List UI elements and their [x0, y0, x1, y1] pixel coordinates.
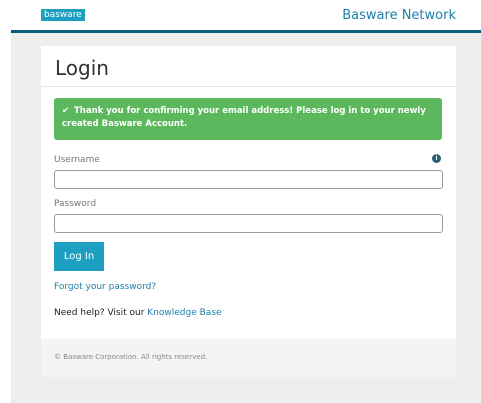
- help-prefix: Need help? Visit our: [54, 308, 145, 318]
- password-input[interactable]: [54, 214, 443, 233]
- username-input[interactable]: [54, 170, 443, 189]
- top-bar: basware Basware Network: [0, 0, 481, 30]
- username-label: Username: [54, 155, 100, 165]
- login-card: Login ✔ Thank you for confirming your ema…: [41, 46, 456, 377]
- card-footer: © Basware Corporation. All rights reserv…: [41, 339, 456, 377]
- check-icon: ✔: [62, 106, 70, 116]
- basware-logo[interactable]: basware: [41, 9, 85, 21]
- basware-network-link[interactable]: Basware Network: [342, 8, 456, 23]
- help-text: Need help? Visit our Knowledge Base: [54, 308, 222, 318]
- info-icon[interactable]: i: [432, 154, 441, 163]
- copyright-text: © Basware Corporation. All rights reserv…: [54, 353, 208, 361]
- forgot-password-link[interactable]: Forgot your password?: [54, 282, 156, 292]
- password-label: Password: [54, 199, 97, 209]
- title-divider: [41, 86, 456, 87]
- knowledge-base-link[interactable]: Knowledge Base: [147, 308, 221, 318]
- success-alert: ✔ Thank you for confirming your email add…: [54, 98, 442, 140]
- page-title: Login: [55, 56, 109, 80]
- login-button[interactable]: Log In: [54, 242, 104, 271]
- alert-message: Thank you for confirming your email addr…: [62, 106, 426, 129]
